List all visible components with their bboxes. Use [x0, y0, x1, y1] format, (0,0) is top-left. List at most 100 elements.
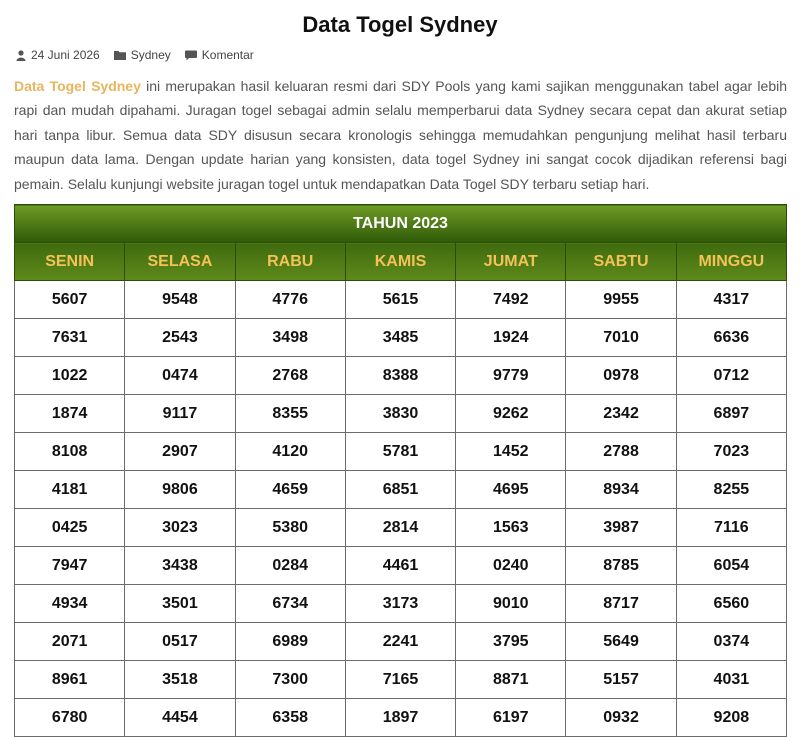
result-cell: 2241	[344, 622, 457, 661]
day-header-senin: SENIN	[13, 242, 126, 281]
result-cell: 7300	[234, 660, 346, 699]
result-cell: 0712	[675, 356, 788, 395]
result-cell: 3987	[565, 508, 677, 547]
result-cell: 6851	[344, 470, 457, 509]
day-header-jumat: JUMAT	[455, 242, 567, 281]
day-header-sabtu: SABTU	[565, 242, 677, 281]
result-cell: 3795	[455, 622, 567, 661]
result-cell: 6780	[13, 698, 126, 737]
result-cell: 8717	[565, 584, 677, 623]
result-cell: 3023	[124, 508, 236, 547]
result-cell: 9010	[455, 584, 567, 623]
result-cell: 5615	[344, 280, 457, 319]
result-cell: 7631	[13, 318, 126, 357]
result-cell: 1874	[13, 394, 126, 433]
result-cell: 2814	[344, 508, 457, 547]
result-cell: 4695	[455, 470, 567, 509]
post-meta: 24 Juni 2026 Sydney Komentar	[16, 48, 254, 62]
result-cell: 8785	[565, 546, 677, 585]
result-cell: 2342	[565, 394, 677, 433]
result-cell: 3438	[124, 546, 236, 585]
result-cell: 7165	[344, 660, 457, 699]
result-cell: 8388	[344, 356, 457, 395]
result-cell: 3830	[344, 394, 457, 433]
result-cell: 0978	[565, 356, 677, 395]
result-cell: 0474	[124, 356, 236, 395]
result-cell: 6897	[675, 394, 788, 433]
user-icon	[16, 49, 26, 61]
result-cell: 8355	[234, 394, 346, 433]
table-row: 5607 9548 4776 5615 7492 9955 4317	[13, 280, 788, 319]
result-cell: 8934	[565, 470, 677, 509]
day-header-rabu: RABU	[234, 242, 346, 281]
result-cell: 4181	[13, 470, 126, 509]
results-body: 5607 9548 4776 5615 7492 9955 4317 7631 2543 3498…	[13, 280, 788, 737]
year-header-row: TAHUN 2023	[14, 204, 787, 243]
result-cell: 6636	[675, 318, 788, 357]
post-category-link[interactable]: Sydney	[131, 48, 171, 62]
day-header-kamis: KAMIS	[344, 242, 457, 281]
result-cell: 9117	[124, 394, 236, 433]
result-cell: 5157	[565, 660, 677, 699]
result-cell: 9779	[455, 356, 567, 395]
result-cell: 9208	[675, 698, 788, 737]
table-row: 4934 3501 6734 3173 9010 8717 6560	[13, 584, 788, 623]
post-comments-link[interactable]: Komentar	[202, 48, 254, 62]
result-cell: 5607	[13, 280, 126, 319]
result-cell: 0932	[565, 698, 677, 737]
result-cell: 2768	[234, 356, 346, 395]
result-cell: 4461	[344, 546, 457, 585]
result-cell: 9806	[124, 470, 236, 509]
day-header-row: SENIN SELASA RABU KAMIS JUMAT SABTU MINGGU	[13, 242, 788, 281]
result-cell: 6989	[234, 622, 346, 661]
table-row: 8108 2907 4120 5781 1452 2788 7023	[13, 432, 788, 471]
year-header: TAHUN 2023	[14, 204, 787, 243]
result-cell: 3501	[124, 584, 236, 623]
result-cell: 3518	[124, 660, 236, 699]
result-cell: 6054	[675, 546, 788, 585]
result-cell: 4317	[675, 280, 788, 319]
table-row: 0425 3023 5380 2814 1563 3987 7116	[13, 508, 788, 547]
result-cell: 4776	[234, 280, 346, 319]
result-cell: 2071	[13, 622, 126, 661]
post-comments-meta: Komentar	[184, 48, 254, 62]
table-row: 4181 9806 4659 6851 4695 8934 8255	[13, 470, 788, 509]
post-date-link[interactable]: 24 Juni 2026	[31, 48, 100, 62]
result-cell: 8108	[13, 432, 126, 471]
result-cell: 5380	[234, 508, 346, 547]
intro-text: ini merupakan hasil keluaran resmi dari …	[14, 78, 787, 192]
result-cell: 0374	[675, 622, 788, 661]
result-cell: 5781	[344, 432, 457, 471]
result-cell: 4031	[675, 660, 788, 699]
result-cell: 8255	[675, 470, 788, 509]
comment-icon	[184, 50, 197, 61]
result-cell: 3485	[344, 318, 457, 357]
intro-link[interactable]: Data Togel Sydney	[14, 78, 141, 94]
result-cell: 2788	[565, 432, 677, 471]
result-cell: 0240	[455, 546, 567, 585]
result-cell: 4454	[124, 698, 236, 737]
table-row: 7947 3438 0284 4461 0240 8785 6054	[13, 546, 788, 585]
table-row: 1022 0474 2768 8388 9779 0978 0712	[13, 356, 788, 395]
table-row: 7631 2543 3498 3485 1924 7010 6636	[13, 318, 788, 357]
result-cell: 3498	[234, 318, 346, 357]
results-table: TAHUN 2023 SENIN SELASA RABU KAMIS JUMAT SABT…	[13, 204, 788, 737]
result-cell: 8871	[455, 660, 567, 699]
table-row: 6780 4454 6358 1897 6197 0932 9208	[13, 698, 788, 737]
result-cell: 1563	[455, 508, 567, 547]
result-cell: 1897	[344, 698, 457, 737]
result-cell: 9262	[455, 394, 567, 433]
intro-paragraph: Data Togel Sydney ini merupakan hasil ke…	[14, 74, 787, 196]
result-cell: 0284	[234, 546, 346, 585]
result-cell: 1022	[13, 356, 126, 395]
table-row: 2071 0517 6989 2241 3795 5649 0374	[13, 622, 788, 661]
result-cell: 1924	[455, 318, 567, 357]
result-cell: 4934	[13, 584, 126, 623]
result-cell: 7492	[455, 280, 567, 319]
result-cell: 6560	[675, 584, 788, 623]
result-cell: 7023	[675, 432, 788, 471]
result-cell: 0425	[13, 508, 126, 547]
table-row: 8961 3518 7300 7165 8871 5157 4031	[13, 660, 788, 699]
post-author-meta: 24 Juni 2026	[16, 48, 100, 62]
result-cell: 4659	[234, 470, 346, 509]
